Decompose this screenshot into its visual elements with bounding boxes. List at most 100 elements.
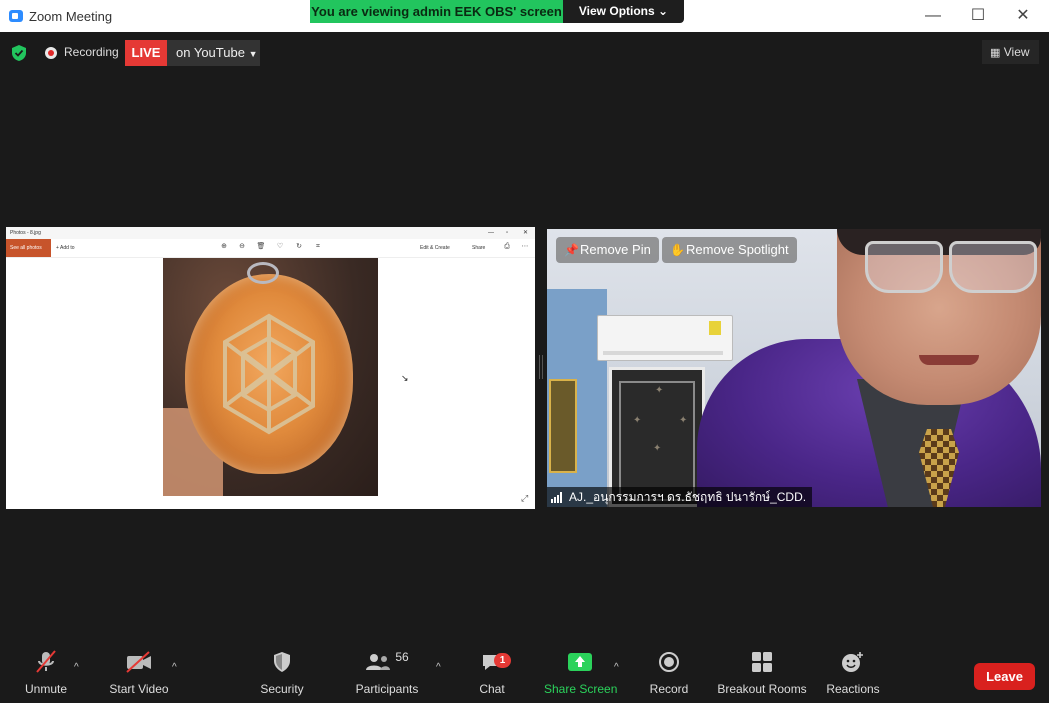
zoom-in-icon: ⊕ (221, 243, 227, 250)
participant-name: AJ._อนุกรรมการฯ ดร.ธัชฤทธิ ปนารักษ์_CDD. (569, 490, 807, 504)
audio-options-caret-icon[interactable]: ^ (74, 662, 79, 673)
print-icon: ⎙ (504, 243, 510, 250)
participants-count: 56 (395, 650, 409, 664)
amulet-pendant (185, 274, 353, 474)
zoom-logo-icon (9, 10, 23, 22)
wall-picture (549, 379, 577, 473)
view-options-label: View Options (578, 4, 655, 18)
chat-label: Chat (479, 682, 505, 696)
mouse-cursor-icon: ↘ (401, 373, 409, 383)
video-camera-off-icon (126, 651, 151, 673)
security-button[interactable]: Security (255, 648, 309, 696)
encryption-shield-icon[interactable] (10, 44, 28, 62)
share-banner: You are viewing admin EEK OBS' screen (310, 0, 563, 23)
remove-spotlight-button[interactable]: ✋ Remove Spotlight (662, 237, 797, 263)
photos-minimize-icon: — (488, 230, 494, 236)
see-all-photos-button: See all photos (6, 239, 51, 257)
participant-name-tag: AJ._อนุกรรมการฯ ดร.ธัชฤทธิ ปนารักษ์_CDD. (547, 487, 813, 507)
remove-pin-label: Remove Pin (580, 242, 651, 257)
signal-strength-icon (551, 492, 565, 503)
video-options-caret-icon[interactable]: ^ (172, 662, 177, 673)
recording-dot-icon (45, 47, 57, 59)
unmute-button[interactable]: Unmute (18, 648, 74, 696)
door-ornament: ✦ (679, 415, 688, 426)
meeting-toolbar: Unmute ^ Start Video ^ Security 56 Parti… (0, 648, 1049, 703)
cabinet-panel (619, 381, 695, 501)
air-conditioner-label (709, 321, 721, 335)
photos-title: Photos - 8.jpg (10, 230, 41, 236)
start-video-label: Start Video (109, 682, 169, 696)
record-button[interactable]: Record (648, 648, 690, 696)
participants-icon (366, 654, 391, 670)
air-conditioner-vent (603, 351, 723, 355)
share-options-caret-icon[interactable]: ^ (614, 662, 619, 673)
view-label: View (1003, 45, 1030, 59)
start-video-button[interactable]: Start Video (106, 648, 172, 696)
title-bar: Zoom Meeting You are viewing admin EEK O… (0, 0, 1049, 32)
delete-icon: 🗑 (256, 243, 266, 250)
door-ornament: ✦ (655, 385, 664, 396)
unmute-label: Unmute (24, 682, 68, 696)
door-ornament: ✦ (653, 443, 662, 454)
recording-label: Recording (64, 45, 119, 59)
share-screen-label: Share Screen (544, 682, 618, 696)
crop-icon: ⌗ (316, 243, 320, 250)
view-options-button[interactable]: View Options ⌄ (563, 0, 684, 23)
share-screen-icon (568, 653, 592, 671)
favorite-icon: ♡ (276, 243, 284, 250)
photos-toolbar (6, 239, 535, 258)
more-icon: ⋯ (521, 243, 529, 250)
speaker-video-tile[interactable]: ✦ ✦ ✦ ✦ 📌 Remove Pin ✋ Remove Spotlight … (547, 229, 1041, 507)
security-label: Security (260, 682, 304, 696)
maximize-button[interactable]: ☐ (967, 6, 989, 26)
breakout-rooms-icon (752, 652, 772, 672)
spotlight-icon: ✋ (670, 243, 685, 257)
live-badge: LIVE (125, 40, 167, 66)
breakout-rooms-label: Breakout Rooms (717, 682, 807, 696)
share-screen-button[interactable]: Share Screen (544, 648, 618, 696)
chevron-down-icon: ⌄ (658, 4, 669, 18)
rotate-icon: ↻ (296, 243, 302, 250)
shared-screen-tile[interactable]: Photos - 8.jpg — ▫ ✕ See all photos + Ad… (6, 227, 535, 509)
participants-caret-icon[interactable]: ^ (436, 662, 441, 673)
remove-pin-button[interactable]: 📌 Remove Pin (556, 237, 659, 263)
amulet-ring (247, 262, 279, 284)
door-ornament: ✦ (633, 415, 642, 426)
add-to-button: + Add to (56, 239, 75, 257)
participants-button[interactable]: 56 Participants (352, 648, 422, 696)
photos-share-button: Share (472, 245, 486, 251)
window-title: Zoom Meeting (29, 9, 113, 24)
woven-pattern-graphic (223, 313, 315, 435)
expand-icon: ⤢ (521, 493, 529, 503)
microphone-muted-icon (36, 650, 56, 673)
record-label: Record (649, 682, 689, 696)
close-button[interactable]: ✕ (1012, 6, 1034, 26)
speaker-mouth (919, 355, 979, 365)
photos-app-titlebar: Photos - 8.jpg — ▫ ✕ (6, 227, 535, 239)
record-icon (659, 652, 679, 672)
reactions-label: Reactions (826, 682, 880, 696)
chat-unread-badge: 1 (494, 653, 511, 668)
live-target-label: on YouTube (176, 45, 245, 60)
minimize-button[interactable]: — (922, 6, 944, 26)
amulet-photo (163, 258, 378, 496)
leave-button[interactable]: Leave (974, 663, 1035, 690)
photos-maximize-icon: ▫ (506, 230, 509, 236)
participants-label: Participants (355, 682, 419, 696)
pin-icon: 📌 (564, 243, 579, 257)
grid-view-icon: ▦ (990, 47, 1001, 59)
caret-down-icon: ▼ (248, 49, 258, 59)
view-button[interactable]: ▦ View (982, 40, 1039, 64)
zoom-out-icon: ⊖ (239, 243, 245, 250)
add-to-label: Add to (60, 245, 75, 251)
reactions-button[interactable]: Reactions (824, 648, 882, 696)
glasses-left-lens (865, 241, 943, 293)
remove-spotlight-label: Remove Spotlight (686, 242, 789, 257)
tile-resize-handle[interactable] (539, 355, 543, 379)
glasses-right-lens (949, 241, 1037, 293)
reactions-smiley-icon (842, 652, 863, 672)
photos-close-icon: ✕ (523, 230, 529, 236)
edit-create-button: Edit & Create (420, 245, 450, 251)
live-target-dropdown[interactable]: on YouTube ▼ (167, 40, 260, 66)
breakout-rooms-button[interactable]: Breakout Rooms (716, 648, 808, 696)
